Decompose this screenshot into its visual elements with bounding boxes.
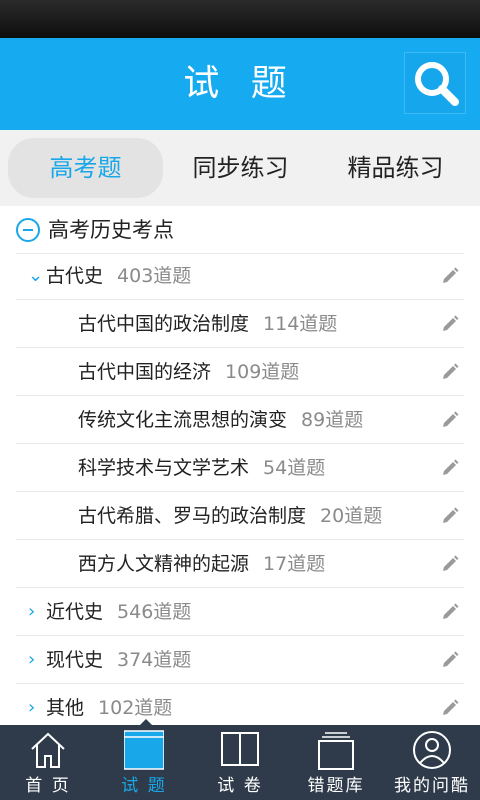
nav-papers[interactable]: 试 卷 <box>192 725 288 800</box>
nav-label: 错题库 <box>307 776 365 796</box>
pencil-icon[interactable] <box>440 506 460 526</box>
tree-item[interactable]: 古代希腊、罗马的政治制度 20道题 <box>16 492 464 540</box>
nav-wrong-questions[interactable]: 错题库 <box>288 725 384 800</box>
tree-root[interactable]: 高考历史考点 <box>16 206 464 254</box>
chevron-down-icon: ⌄ <box>28 265 44 286</box>
chevron-right-icon: › <box>28 697 36 718</box>
item-count: 114道题 <box>263 313 338 335</box>
pencil-icon[interactable] <box>440 314 460 334</box>
tree-root-label: 高考历史考点 <box>48 218 174 242</box>
item-label: 古代希腊、罗马的政治制度 <box>78 505 307 527</box>
pencil-icon[interactable] <box>440 410 460 430</box>
tree-section[interactable]: › 现代史 374道题 <box>16 636 464 684</box>
header: 试 题 <box>0 38 480 130</box>
tree-section[interactable]: ⌄ 古代史 403道题 <box>16 252 464 300</box>
chevron-right-icon: › <box>28 601 36 622</box>
tab-gaokao[interactable]: 高考题 <box>8 138 163 198</box>
tree-section[interactable]: › 其他 102道题 <box>16 684 464 725</box>
tree-item[interactable]: 古代中国的经济 109道题 <box>16 348 464 396</box>
section-label: 现代史 <box>46 649 104 671</box>
tree-section[interactable]: › 近代史 546道题 <box>16 588 464 636</box>
tree-item[interactable]: 古代中国的政治制度 114道题 <box>16 300 464 348</box>
pencil-icon[interactable] <box>440 458 460 478</box>
pencil-icon[interactable] <box>440 362 460 382</box>
section-count: 546道题 <box>117 601 192 623</box>
section-label: 其他 <box>46 697 85 719</box>
pencil-icon[interactable] <box>440 602 460 622</box>
nav-label: 试 卷 <box>217 776 263 796</box>
pencil-icon[interactable] <box>440 650 460 670</box>
nav-label: 试 题 <box>121 776 167 796</box>
pencil-icon[interactable] <box>440 698 460 718</box>
status-bar <box>0 0 480 38</box>
search-button[interactable] <box>404 52 466 114</box>
item-label: 传统文化主流思想的演变 <box>78 409 288 431</box>
folder-stack-icon <box>318 732 354 770</box>
item-count: 20道题 <box>320 505 383 527</box>
tab-bar: 高考题 同步练习 精品练习 <box>0 130 480 206</box>
section-label: 近代史 <box>46 601 104 623</box>
item-count: 109道题 <box>225 361 300 383</box>
collapse-icon[interactable] <box>16 218 40 242</box>
nav-home[interactable]: 首 页 <box>0 725 96 800</box>
tree-item[interactable]: 传统文化主流思想的演变 89道题 <box>16 396 464 444</box>
item-count: 54道题 <box>263 457 326 479</box>
item-count: 17道题 <box>263 553 326 575</box>
nav-my-profile[interactable]: 我的问酷 <box>384 725 480 800</box>
item-count: 89道题 <box>301 409 364 431</box>
nav-label: 首 页 <box>25 776 71 796</box>
item-label: 古代中国的政治制度 <box>78 313 250 335</box>
question-book-icon <box>124 730 164 770</box>
pencil-icon[interactable] <box>440 554 460 574</box>
tree-item[interactable]: 西方人文精神的起源 17道题 <box>16 540 464 588</box>
nav-label: 我的问酷 <box>394 776 470 796</box>
user-profile-icon <box>413 731 451 769</box>
chevron-right-icon: › <box>28 649 36 670</box>
home-icon <box>31 732 65 768</box>
open-book-icon <box>221 732 259 766</box>
item-label: 西方人文精神的起源 <box>78 553 250 575</box>
tree-item[interactable]: 科学技术与文学艺术 54道题 <box>16 444 464 492</box>
tab-premium-practice[interactable]: 精品练习 <box>318 138 473 198</box>
section-label: 古代史 <box>46 265 104 287</box>
pencil-icon[interactable] <box>440 266 460 286</box>
item-label: 古代中国的经济 <box>78 361 212 383</box>
item-label: 科学技术与文学艺术 <box>78 457 250 479</box>
search-icon <box>415 62 459 106</box>
section-count: 374道题 <box>117 649 192 671</box>
section-count: 403道题 <box>117 265 192 287</box>
nav-questions[interactable]: 试 题 <box>96 725 192 800</box>
question-tree: 高考历史考点 ⌄ 古代史 403道题 古代中国的政治制度 114道题 古代中国的经济… <box>0 206 480 725</box>
bottom-nav: 首 页 试 题 试 卷 错题库 我的问酷 <box>0 725 480 800</box>
section-count: 102道题 <box>98 697 173 719</box>
tab-sync-practice[interactable]: 同步练习 <box>163 138 318 198</box>
